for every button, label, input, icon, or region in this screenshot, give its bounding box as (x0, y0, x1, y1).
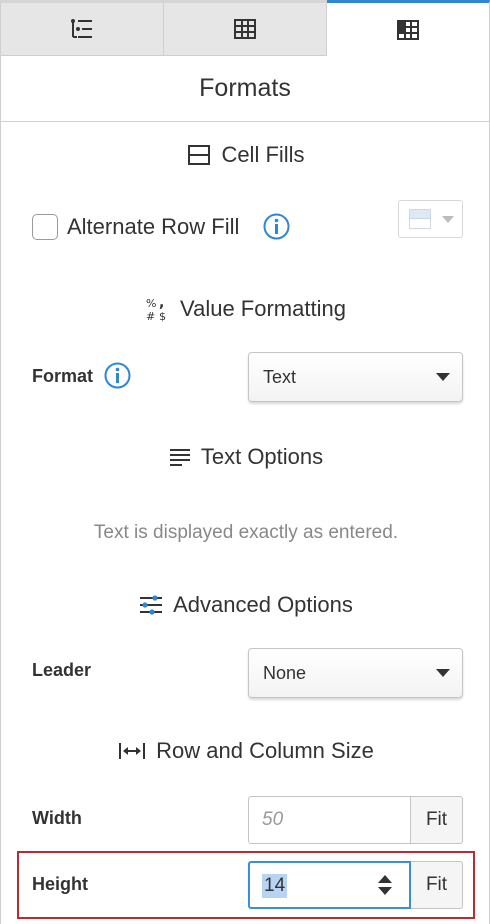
tab-bar (0, 0, 490, 56)
text-options-note: Text is displayed exactly as entered. (93, 522, 399, 543)
spinner-updown-icon[interactable] (377, 875, 393, 897)
cell-fills-title: Cell Fills (221, 142, 305, 167)
value-formatting-title: Value Formatting (180, 296, 346, 321)
tab-formats[interactable] (327, 0, 490, 56)
height-input-value: 14 (262, 874, 288, 898)
height-label: Height (32, 874, 88, 894)
tab-outline[interactable] (0, 0, 164, 56)
format-label: Format (32, 366, 94, 386)
text-options-heading: Text Options (1, 444, 490, 470)
cell-fill-icon (188, 145, 211, 165)
svg-text:,: , (159, 296, 164, 311)
row-column-size-heading: Row and Column Size (1, 738, 490, 764)
alternate-row-color-button[interactable] (398, 200, 463, 238)
format-select[interactable]: Text (248, 352, 463, 402)
info-icon[interactable] (263, 213, 290, 240)
formats-panel: Cell Fills Alternate Row Fill % , # $ Va… (0, 122, 490, 924)
width-label: Width (32, 808, 82, 828)
format-select-value: Text (263, 366, 297, 387)
text-options-title: Text Options (200, 444, 324, 469)
row-color-swatch-icon (409, 209, 431, 229)
resize-width-icon (119, 743, 146, 759)
chevron-down-icon (436, 373, 450, 381)
height-input[interactable]: 14 (248, 861, 411, 909)
chevron-down-icon (442, 216, 454, 223)
list-tree-icon (71, 19, 92, 38)
leader-select-value: None (263, 662, 307, 683)
value-format-icon: % , # $ (146, 296, 166, 322)
width-input[interactable] (248, 796, 411, 844)
svg-text:$: $ (159, 310, 166, 322)
info-icon[interactable] (104, 362, 131, 389)
tab-table[interactable] (164, 0, 327, 56)
sliders-icon (140, 595, 163, 615)
leader-select[interactable]: None (248, 648, 463, 698)
text-align-icon (169, 449, 190, 466)
svg-text:#: # (146, 310, 155, 322)
height-fit-button[interactable]: Fit (411, 861, 463, 909)
table-format-icon (397, 19, 419, 40)
cell-fills-heading: Cell Fills (1, 142, 490, 168)
row-column-size-title: Row and Column Size (156, 738, 374, 763)
svg-text:%: % (146, 297, 156, 310)
width-field: Fit (248, 796, 463, 844)
advanced-options-heading: Advanced Options (1, 592, 490, 618)
table-grid-icon (234, 19, 256, 39)
panel-title: Formats (0, 56, 490, 122)
leader-label: Leader (32, 660, 92, 680)
advanced-options-title: Advanced Options (173, 592, 353, 617)
chevron-down-icon (436, 669, 450, 677)
alternate-row-fill-label[interactable]: Alternate Row Fill (67, 214, 239, 240)
width-fit-button[interactable]: Fit (411, 796, 463, 844)
value-formatting-heading: % , # $ Value Formatting (1, 296, 490, 322)
alternate-row-fill-checkbox[interactable] (32, 214, 58, 240)
